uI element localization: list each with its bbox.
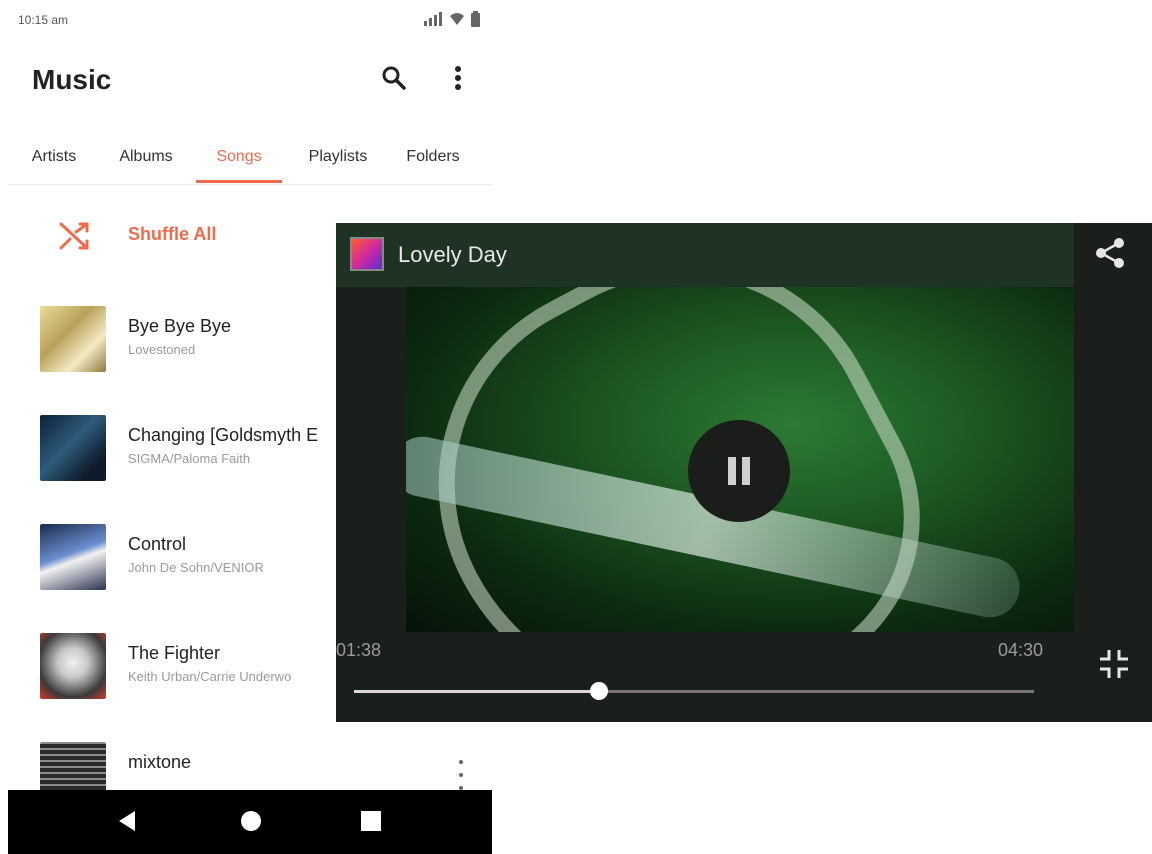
home-circle-icon	[240, 810, 262, 837]
search-icon	[381, 65, 407, 96]
active-tab-indicator	[196, 180, 282, 183]
more-vertical-icon	[454, 65, 462, 96]
status-icons	[423, 10, 480, 30]
album-thumbnail	[40, 306, 106, 372]
song-artist: Lovestoned	[128, 342, 196, 357]
song-artist: John De Sohn/VENIOR	[128, 560, 264, 575]
tab-playlists[interactable]: Playlists	[294, 130, 382, 184]
wifi-icon	[449, 12, 465, 29]
search-button[interactable]	[378, 64, 410, 96]
home-button[interactable]	[236, 808, 266, 838]
fullscreen-exit-icon	[1097, 647, 1131, 686]
song-title: Control	[128, 534, 187, 554]
seek-bar[interactable]	[354, 682, 1034, 700]
album-art-thumbnail	[350, 237, 384, 271]
share-button[interactable]	[1090, 235, 1130, 275]
current-time: 01:38	[336, 640, 382, 660]
album-thumbnail	[40, 633, 106, 699]
exit-fullscreen-button[interactable]	[1096, 648, 1132, 684]
battery-icon	[471, 10, 480, 30]
status-time: 10:15 am	[18, 13, 69, 27]
back-triangle-icon	[117, 810, 137, 837]
video-player[interactable]: Lovely Day 01:38 04:30	[336, 223, 1152, 722]
player-header: Lovely Day	[336, 223, 1074, 287]
pause-icon	[728, 457, 736, 485]
system-nav-bar	[8, 790, 492, 854]
player-track-title: Lovely Day	[398, 242, 507, 267]
app-bar: Music	[8, 50, 492, 110]
album-thumbnail	[40, 415, 106, 481]
recents-square-icon	[361, 810, 381, 836]
album-thumbnail	[40, 524, 106, 590]
seek-bar-handle[interactable]	[589, 682, 608, 700]
status-bar: 10:15 am	[8, 0, 492, 40]
song-more-button[interactable]	[456, 760, 466, 790]
share-icon	[1093, 236, 1127, 275]
tab-albums[interactable]: Albums	[106, 130, 186, 184]
pause-button[interactable]	[688, 420, 790, 522]
shuffle-icon	[56, 218, 92, 254]
tab-folders[interactable]: Folders	[394, 130, 472, 184]
song-artist: Keith Urban/Carrie Underwo	[128, 669, 292, 684]
total-time: 04:30	[998, 640, 1044, 660]
tab-artists[interactable]: Artists	[16, 130, 92, 184]
overflow-menu-button[interactable]	[442, 64, 474, 96]
signal-icon	[423, 11, 443, 29]
more-vertical-icon	[459, 760, 463, 764]
song-title: Changing [Goldsmyth E	[128, 425, 319, 445]
song-artist: SIGMA/Paloma Faith	[128, 451, 251, 466]
recents-button[interactable]	[356, 808, 386, 838]
song-title: mixtone	[128, 752, 192, 772]
tab-songs[interactable]: Songs	[196, 130, 282, 184]
song-title: Bye Bye Bye	[128, 316, 232, 336]
shuffle-all-label: Shuffle All	[128, 224, 217, 244]
song-title: The Fighter	[128, 643, 221, 663]
seek-bar-progress	[354, 690, 599, 693]
tab-bar: Artists Albums Songs Playlists Folders	[8, 130, 492, 185]
page-title: Music	[32, 64, 112, 95]
back-button[interactable]	[112, 808, 142, 838]
